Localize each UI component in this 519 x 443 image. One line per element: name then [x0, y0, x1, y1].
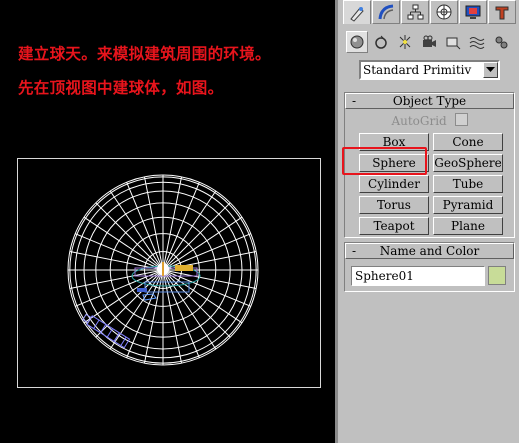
cameras-button[interactable] [418, 31, 440, 53]
create-tab[interactable] [343, 0, 371, 24]
object-type-title: Object Type [392, 94, 467, 108]
geometry-button[interactable] [346, 31, 368, 53]
hierarchy-tab[interactable] [401, 0, 429, 24]
chevron-down-icon [486, 67, 495, 72]
systems-button[interactable] [490, 31, 512, 53]
utilities-icon [495, 6, 509, 20]
caption-line-1: 建立球天。来模拟建筑周围的环境。 [18, 45, 271, 63]
name-and-color-title: Name and Color [379, 244, 480, 258]
caption-line-2: 先在顶视图中建球体，如图。 [18, 79, 224, 97]
autogrid-checkbox[interactable]: AutoGrid [345, 113, 514, 128]
shapes-button[interactable] [370, 31, 392, 53]
modify-tab[interactable] [372, 0, 400, 24]
dropdown-arrow-button[interactable] [483, 62, 498, 78]
utilities-tab[interactable] [488, 0, 516, 24]
primitive-type-dropdown[interactable]: Standard Primitiv [359, 60, 500, 80]
display-tab[interactable] [459, 0, 487, 24]
display-icon [465, 5, 481, 19]
object-name-input[interactable]: Sphere01 [351, 266, 485, 286]
create-icon [350, 6, 364, 22]
name-and-color-header[interactable]: - Name and Color [345, 243, 514, 259]
collapse-toggle[interactable]: - [352, 94, 356, 108]
hierarchy-icon [407, 4, 424, 20]
autogrid-checkbox-box[interactable] [454, 113, 468, 126]
object-type-header[interactable]: - Object Type [345, 93, 514, 109]
space-warps-button[interactable] [466, 31, 488, 53]
helpers-icon [446, 37, 461, 50]
space-warps-icon [469, 37, 485, 49]
subcategory-bar [346, 31, 514, 53]
dropdown-value: Standard Primitiv [363, 63, 472, 77]
cylinder-button[interactable]: Cylinder [359, 175, 429, 193]
lights-icon [399, 35, 411, 49]
shapes-icon [375, 35, 387, 49]
tube-button[interactable]: Tube [433, 175, 503, 193]
command-panel-tabs [343, 0, 517, 25]
torus-button[interactable]: Torus [359, 196, 429, 214]
plane-button[interactable]: Plane [433, 217, 503, 235]
modify-icon [378, 4, 394, 20]
object-color-swatch[interactable] [488, 266, 506, 285]
command-panel: Standard Primitiv - Object Type AutoGrid… [335, 0, 519, 443]
systems-icon [495, 36, 508, 49]
sphere-wireframe[interactable] [17, 158, 321, 388]
cameras-icon [423, 35, 436, 47]
motion-tab[interactable] [430, 0, 458, 24]
lights-button[interactable] [394, 31, 416, 53]
autogrid-label: AutoGrid [391, 114, 447, 128]
helpers-button[interactable] [442, 31, 464, 53]
pyramid-button[interactable]: Pyramid [433, 196, 503, 214]
sphere-highlight-box [342, 147, 427, 175]
collapse-toggle[interactable]: - [352, 244, 356, 258]
teapot-button[interactable]: Teapot [359, 217, 429, 235]
top-viewport[interactable]: 建立球天。来模拟建筑周围的环境。 先在顶视图中建球体，如图。 [0, 0, 335, 443]
geosphere-button[interactable]: GeoSphere [433, 154, 503, 172]
motion-icon [436, 4, 452, 20]
geometry-icon [350, 35, 364, 49]
cone-button[interactable]: Cone [433, 133, 503, 151]
